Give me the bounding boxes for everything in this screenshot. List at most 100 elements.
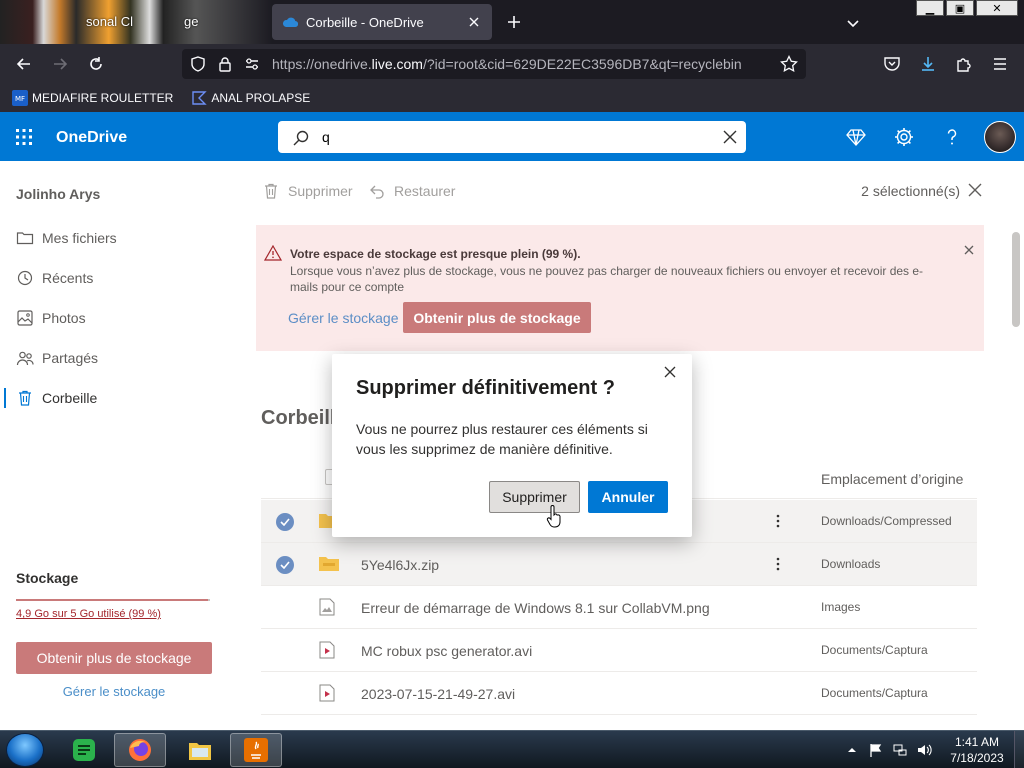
sidebar-item-photos[interactable]: Photos [0, 300, 240, 336]
file-name[interactable]: MC robux psc generator.avi [361, 643, 532, 659]
show-hidden-icons-icon[interactable] [844, 742, 860, 758]
dialog-message: Vous ne pourrez plus restaurer ces éléme… [356, 421, 648, 457]
confirm-delete-button[interactable]: Supprimer [489, 481, 580, 513]
sidebar-item-shared[interactable]: Partagés [0, 340, 240, 376]
close-dialog-icon[interactable] [662, 364, 678, 380]
permissions-icon[interactable] [244, 57, 260, 71]
bookmark-star-icon[interactable] [780, 55, 798, 73]
action-center-flag-icon[interactable] [868, 742, 884, 758]
onedrive-brand[interactable]: OneDrive [56, 129, 127, 147]
sidebar-item-label: Corbeille [42, 390, 98, 406]
taskbar-notes-app[interactable] [58, 733, 110, 767]
sidebar-item-label: Mes fichiers [42, 230, 117, 246]
avatar[interactable] [984, 121, 1016, 153]
dialog-title: Supprimer définitivement ? [356, 377, 615, 399]
clear-selection-icon[interactable] [968, 183, 982, 197]
checkmark-icon[interactable] [276, 513, 294, 531]
more-options-icon[interactable] [773, 556, 783, 572]
file-explorer-icon [186, 736, 214, 764]
start-button[interactable] [6, 733, 44, 767]
sidebar-item-label: Partagés [42, 350, 99, 366]
clear-search-icon[interactable] [722, 129, 738, 145]
checkmark-icon[interactable] [276, 556, 294, 574]
taskbar-firefox[interactable] [114, 733, 166, 767]
onedrive-cloud-icon [282, 16, 298, 28]
undo-icon [368, 182, 386, 200]
cancel-button[interactable]: Annuler [588, 481, 668, 513]
maximize-button[interactable]: ▣ [946, 0, 974, 16]
url-text: https://onedrive.live.com/?id=root&cid=6… [272, 56, 742, 72]
bookmark-label: MEDIAFIRE ROULETTER [32, 91, 174, 105]
firefox-icon [126, 736, 154, 764]
bookmarks-toolbar: MF MEDIAFIRE ROULETTER ANAL PROLAPSE [0, 84, 1024, 112]
close-tab-icon[interactable] [466, 14, 482, 30]
download-icon[interactable] [916, 52, 940, 76]
more-options-icon[interactable] [773, 513, 783, 529]
bookmark-label: ANAL PROLAPSE [211, 91, 311, 105]
pocket-icon[interactable] [880, 52, 904, 76]
scrollbar[interactable] [1009, 222, 1023, 722]
table-row[interactable]: 2023-07-15-21-49-27.avi Documents/Captur… [261, 672, 977, 715]
warning-icon [264, 245, 282, 261]
sidebar-item-recent[interactable]: Récents [0, 260, 240, 296]
column-header-original-location[interactable]: Emplacement d’origine [821, 471, 963, 487]
banner-manage-storage-link[interactable]: Gérer le stockage [288, 310, 399, 326]
app-launcher-icon[interactable] [14, 127, 34, 147]
bookmark-mediafire[interactable]: MF MEDIAFIRE ROULETTER [12, 90, 173, 106]
scrollbar-thumb[interactable] [1012, 232, 1020, 327]
folder-icon [16, 229, 34, 247]
restore-command[interactable]: Restaurer [368, 182, 455, 200]
background-tabs[interactable]: sonal Cl ge [0, 0, 272, 44]
taskbar-java[interactable] [230, 733, 282, 767]
extensions-icon[interactable] [952, 52, 976, 76]
network-icon[interactable] [892, 742, 908, 758]
manage-storage-link[interactable]: Gérer le stockage [0, 684, 228, 699]
menu-icon[interactable] [988, 52, 1012, 76]
minimize-button[interactable]: ▁ [916, 0, 944, 16]
new-tab-icon[interactable] [504, 12, 524, 32]
tab-title: Corbeille - OneDrive [306, 14, 424, 30]
system-clock[interactable]: 1:41 AM 7/18/2023 [940, 734, 1014, 766]
original-location: Documents/Captura [821, 686, 928, 700]
back-icon[interactable] [12, 52, 36, 76]
search-input[interactable]: q [278, 121, 746, 153]
window-controls: ▁ ▣ ✕ [914, 0, 1018, 16]
file-name[interactable]: 5Ye4l6Jx.zip [361, 557, 439, 573]
table-row[interactable]: Erreur de démarrage de Windows 8.1 sur C… [261, 586, 977, 629]
url-bar[interactable]: https://onedrive.live.com/?id=root&cid=6… [182, 49, 806, 79]
storage-title: Stockage [16, 570, 79, 586]
delete-permanently-dialog: Supprimer définitivement ? Vous ne pourr… [332, 354, 692, 537]
photo-icon [16, 309, 34, 327]
reload-icon[interactable] [84, 52, 108, 76]
dismiss-banner-icon[interactable] [964, 245, 974, 255]
taskbar-file-explorer[interactable] [174, 733, 226, 767]
delete-command[interactable]: Supprimer [262, 182, 353, 200]
storage-used-link[interactable]: 4,9 Go sur 5 Go utilisé (99 %) [16, 608, 161, 620]
bookmark-second[interactable]: ANAL PROLAPSE [191, 90, 310, 106]
sidebar-item-recycle-bin[interactable]: Corbeille [0, 380, 240, 416]
volume-icon[interactable] [916, 742, 932, 758]
lock-icon[interactable] [218, 56, 232, 72]
forward-icon[interactable] [48, 52, 72, 76]
help-icon[interactable] [941, 126, 963, 148]
sidebar-item-my-files[interactable]: Mes fichiers [0, 220, 240, 256]
background-tab-label-1: sonal Cl [86, 14, 133, 29]
table-row[interactable]: 5Ye4l6Jx.zip Downloads [261, 543, 977, 586]
file-name[interactable]: 2023-07-15-21-49-27.avi [361, 686, 515, 702]
get-more-storage-button[interactable]: Obtenir plus de stockage [16, 642, 212, 674]
settings-gear-icon[interactable] [893, 126, 915, 148]
table-row[interactable]: MC robux psc generator.avi Documents/Cap… [261, 629, 977, 672]
chevron-down-icon[interactable] [844, 14, 862, 32]
tab-onedrive[interactable]: Corbeille - OneDrive [272, 4, 492, 40]
close-window-button[interactable]: ✕ [976, 0, 1018, 16]
tracking-shield-icon[interactable] [190, 56, 206, 72]
clock-time: 1:41 AM [954, 735, 1000, 749]
show-desktop-button[interactable] [1014, 731, 1024, 768]
clock-date: 7/18/2023 [950, 751, 1004, 765]
left-navigation: Jolinho Arys Mes fichiers Récents Photos… [0, 161, 240, 730]
system-tray: 1:41 AM 7/18/2023 [844, 731, 1024, 768]
banner-get-more-storage-button[interactable]: Obtenir plus de stockage [403, 302, 591, 333]
premium-diamond-icon[interactable] [845, 126, 867, 148]
search-value: q [322, 129, 330, 145]
file-name[interactable]: Erreur de démarrage de Windows 8.1 sur C… [361, 600, 710, 616]
